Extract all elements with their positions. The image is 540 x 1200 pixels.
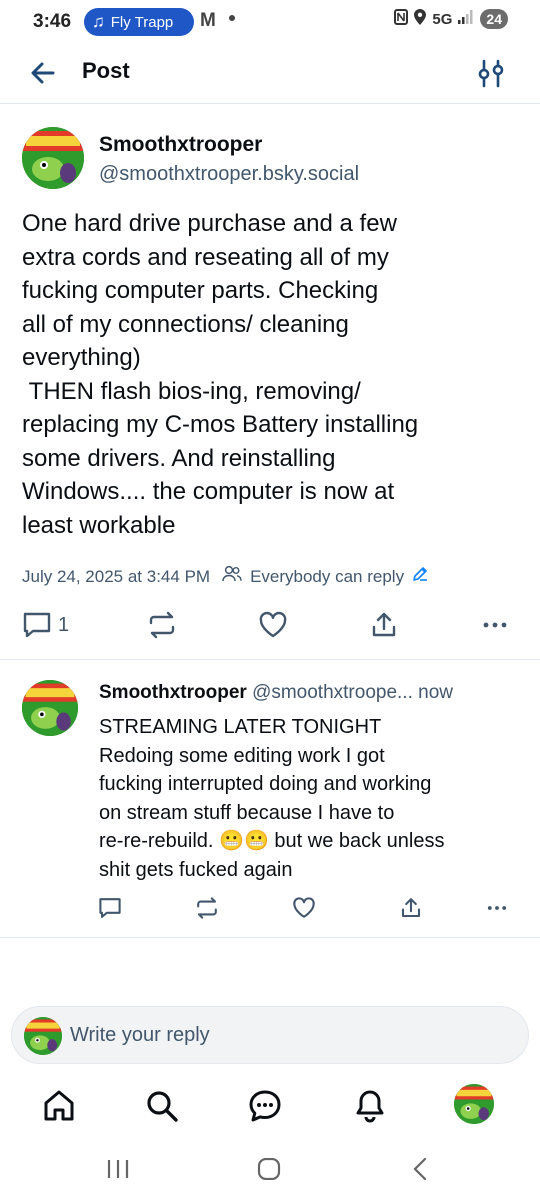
page-title: Post	[82, 58, 130, 83]
repost-icon	[197, 897, 217, 919]
reply-post[interactable]: Smoothxtrooper @smoothxtroope... now STR…	[0, 660, 540, 938]
bottom-tab-bar	[0, 1076, 540, 1138]
thread-settings-button[interactable]	[476, 56, 506, 90]
gmail-icon: M	[200, 10, 216, 31]
signal-icon	[458, 10, 474, 28]
edit-pencil-icon[interactable]	[412, 566, 428, 587]
reply-reply-button[interactable]	[98, 896, 122, 925]
page-header: Post	[0, 46, 540, 104]
composer-placeholder[interactable]: Write your reply	[70, 1024, 210, 1047]
author-name[interactable]: Smoothxtrooper	[99, 133, 262, 157]
home-nav-icon	[257, 1157, 281, 1181]
reply-more-button[interactable]	[485, 896, 509, 925]
more-icon	[487, 906, 507, 910]
post-timestamp: July 24, 2025 at 3:44 PM	[22, 566, 211, 586]
reply-header: Smoothxtrooper @smoothxtroope... now	[99, 682, 524, 704]
reply-action-bar	[98, 896, 518, 922]
chat-icon	[249, 1090, 281, 1122]
like-icon	[293, 897, 315, 918]
home-icon	[44, 1090, 74, 1121]
reply-icon	[23, 612, 51, 638]
reply-share-button[interactable]	[399, 896, 423, 925]
reply-author-handle[interactable]: @smoothxtroope...	[252, 682, 413, 703]
filter-icon	[478, 59, 504, 88]
reply-author-avatar[interactable]	[22, 680, 78, 736]
reply-age: now	[418, 682, 454, 703]
repost-button[interactable]	[147, 610, 177, 640]
reply-icon	[99, 898, 121, 918]
battery-indicator: 24	[480, 9, 508, 29]
reply-repost-button[interactable]	[195, 896, 219, 925]
share-icon	[401, 898, 421, 918]
music-pill[interactable]: ♫ Fly Trapp	[84, 8, 194, 36]
reply-text: STREAMING LATER TONIGHT Redoing some edi…	[99, 716, 445, 881]
share-button[interactable]	[369, 610, 399, 640]
back-button[interactable]	[26, 56, 60, 90]
reply-count: 1	[58, 613, 70, 636]
main-post: Smoothxtrooper @smoothxtrooper.bsky.soci…	[0, 104, 540, 660]
more-button[interactable]	[480, 610, 510, 640]
reply-setting-label[interactable]: Everybody can reply	[250, 567, 404, 587]
back-nav-icon	[413, 1157, 427, 1181]
like-button[interactable]	[258, 610, 288, 640]
status-bar: 3:46 ♫ Fly Trapp M 5G 24	[0, 0, 540, 46]
repost-icon	[149, 611, 175, 639]
profile-avatar	[454, 1084, 494, 1124]
post-text: One hard drive purchase and a few extra …	[22, 210, 419, 539]
tab-notifications[interactable]	[352, 1088, 388, 1124]
tab-chat[interactable]	[247, 1088, 283, 1124]
location-icon	[414, 9, 427, 29]
music-pill-label: Fly Trapp	[110, 13, 174, 31]
reply-button[interactable]: 1	[22, 610, 69, 640]
recents-button[interactable]	[106, 1158, 130, 1185]
status-time: 3:46	[33, 11, 72, 32]
back-nav-button[interactable]	[410, 1157, 430, 1185]
network-label: 5G	[432, 10, 453, 28]
system-nav-bar	[0, 1140, 540, 1200]
reply-author-name[interactable]: Smoothxtrooper	[99, 682, 247, 703]
back-arrow-icon	[31, 62, 55, 84]
music-note-icon: ♫	[92, 12, 105, 31]
recents-icon	[107, 1160, 129, 1178]
people-icon	[222, 565, 242, 588]
search-icon	[147, 1091, 178, 1122]
post-action-bar: 1	[22, 610, 522, 644]
share-icon	[372, 612, 396, 637]
author-avatar[interactable]	[22, 127, 84, 189]
more-icon	[483, 622, 507, 628]
tab-home[interactable]	[41, 1088, 77, 1124]
reply-like-button[interactable]	[292, 896, 316, 925]
notifications-icon	[356, 1090, 384, 1123]
tab-profile[interactable]	[454, 1084, 494, 1124]
like-icon	[259, 611, 287, 638]
nfc-icon	[394, 9, 409, 29]
status-indicators: 5G 24	[394, 9, 508, 29]
composer-avatar	[24, 1017, 62, 1055]
reply-composer[interactable]: Write your reply	[11, 1006, 529, 1064]
home-nav-button[interactable]	[257, 1157, 281, 1185]
post-meta: July 24, 2025 at 3:44 PM Everybody can r…	[22, 565, 428, 588]
notification-dot-icon	[229, 15, 235, 21]
tab-search[interactable]	[144, 1088, 180, 1124]
author-handle[interactable]: @smoothxtrooper.bsky.social	[99, 163, 359, 186]
